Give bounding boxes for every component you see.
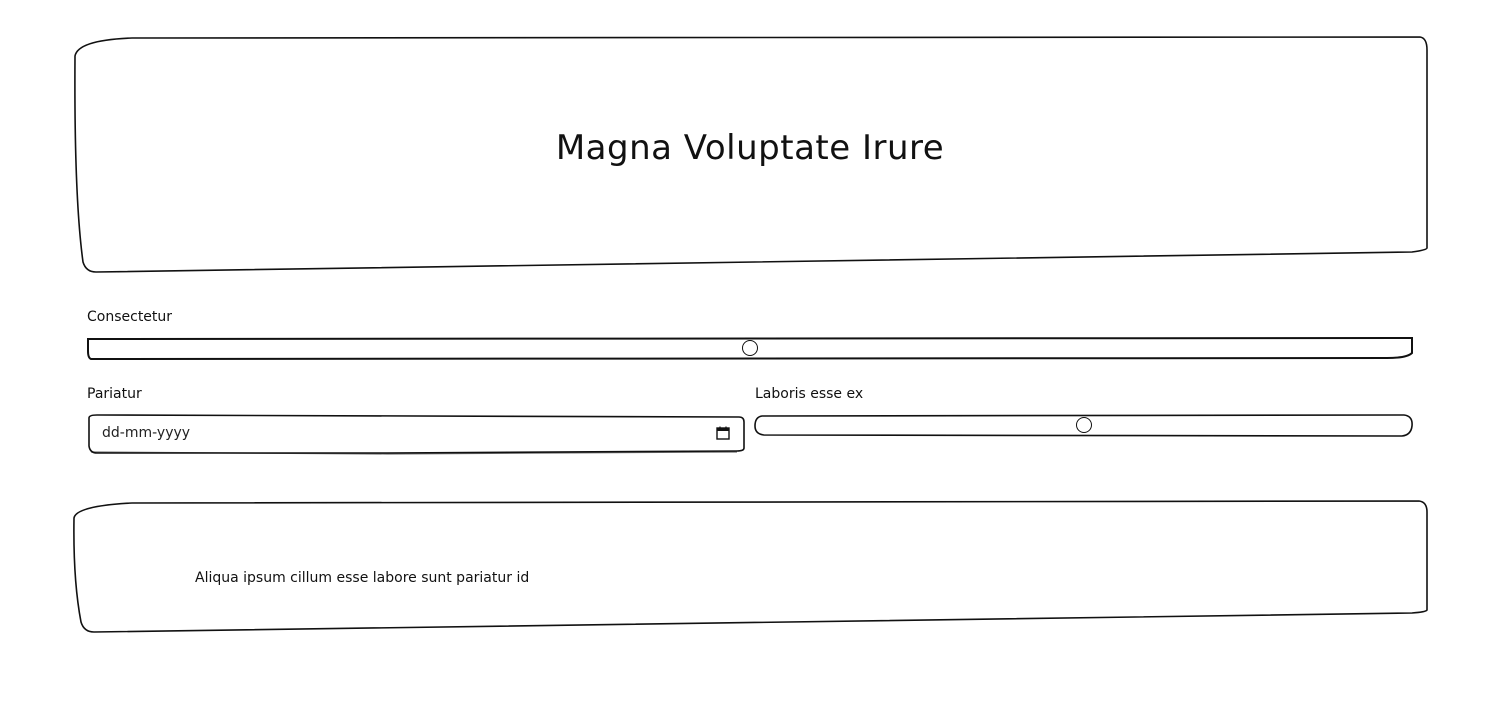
header-card: Magna Voluptate Irure bbox=[72, 36, 1428, 274]
pariatur-date-input[interactable]: dd-mm-yyyy bbox=[87, 414, 745, 455]
date-placeholder: dd-mm-yyyy bbox=[102, 425, 191, 441]
page-title: Magna Voluptate Irure bbox=[555, 128, 945, 168]
footer-text: Aliqua ipsum cillum esse labore sunt par… bbox=[195, 570, 530, 586]
consectetur-slider-thumb[interactable] bbox=[742, 340, 758, 356]
consectetur-slider[interactable] bbox=[87, 336, 1413, 361]
footer-card: Aliqua ipsum cillum esse labore sunt par… bbox=[72, 500, 1428, 634]
laboris-slider-thumb[interactable] bbox=[1075, 417, 1092, 433]
pariatur-label: Pariatur bbox=[87, 386, 142, 402]
laboris-slider[interactable] bbox=[754, 414, 1413, 438]
laboris-label: Laboris esse ex bbox=[755, 386, 864, 402]
footer-card-outline bbox=[73, 500, 1428, 633]
consectetur-label: Consectetur bbox=[87, 309, 173, 325]
calendar-icon[interactable] bbox=[716, 426, 730, 440]
